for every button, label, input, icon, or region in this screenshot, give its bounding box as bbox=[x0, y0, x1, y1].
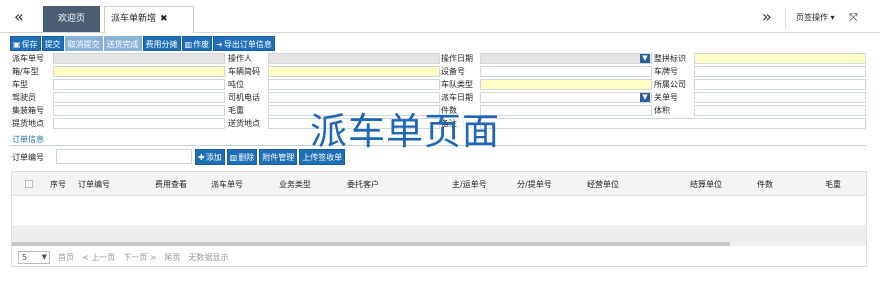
device-no-label: 设备号 bbox=[441, 67, 465, 76]
export-order-button[interactable]: ➜导出订单信息 bbox=[213, 36, 275, 51]
col-settlement-unit[interactable]: 结算单位 bbox=[690, 179, 722, 190]
grid-empty-area bbox=[12, 225, 866, 242]
driver-field[interactable] bbox=[53, 92, 225, 103]
submit-button[interactable]: 提交 bbox=[41, 36, 64, 51]
save-button[interactable]: ▣保存 bbox=[10, 36, 41, 51]
dispatch-no-field bbox=[53, 53, 225, 64]
prev-page-link[interactable]: < 上一页 bbox=[82, 252, 115, 263]
void-button[interactable]: ▥作废 bbox=[181, 36, 213, 51]
order-no-input[interactable] bbox=[56, 149, 192, 164]
pieces-field[interactable] bbox=[480, 105, 652, 116]
attachment-button[interactable]: 附件管理 bbox=[259, 149, 298, 165]
vehicle-type-field[interactable] bbox=[53, 79, 225, 90]
order-no-label: 订单编号 bbox=[12, 153, 44, 162]
plate-no-field[interactable] bbox=[268, 66, 440, 77]
add-order-button[interactable]: ✚添加 bbox=[195, 149, 225, 165]
container-no-label: 集装箱号 bbox=[12, 106, 44, 115]
next-page-link[interactable]: 下一页 > bbox=[123, 252, 156, 263]
col-house-bill[interactable]: 分/提单号 bbox=[517, 179, 552, 190]
gross-weight-label: 毛重 bbox=[228, 106, 244, 115]
col-pieces[interactable]: 件数 bbox=[757, 179, 773, 190]
tab-dispatch-label: 派车单新增 bbox=[111, 14, 157, 24]
dispatch-date-field[interactable]: ▼ bbox=[480, 92, 652, 103]
op-date-label: 操作日期 bbox=[441, 54, 473, 63]
chevron-down-icon[interactable]: ▼ bbox=[640, 54, 650, 63]
export-icon: ➜ bbox=[216, 40, 223, 49]
select-all-checkbox[interactable] bbox=[25, 180, 33, 188]
col-biz-type[interactable]: 业务类型 bbox=[279, 179, 311, 190]
tab-welcome[interactable]: 欢迎页 bbox=[43, 6, 100, 32]
col-master-bill[interactable]: 主/运单号 bbox=[452, 179, 487, 190]
col-gross-weight[interactable]: 毛重 bbox=[825, 179, 841, 190]
device-no-field[interactable] bbox=[480, 66, 652, 77]
page-ops-menu[interactable]: 页签操作 ▾ bbox=[785, 8, 845, 28]
order-section-title: 订单信息 bbox=[12, 135, 44, 144]
scrollbar-thumb[interactable] bbox=[12, 242, 730, 246]
delivery-complete-button[interactable]: 送货完成 bbox=[103, 36, 142, 51]
col-client[interactable]: 委托客户 bbox=[347, 179, 379, 190]
fleet-type-label: 车队类型 bbox=[441, 80, 473, 89]
volume-field[interactable] bbox=[694, 105, 866, 116]
chevron-down-icon[interactable]: ▼ bbox=[640, 93, 650, 102]
op-date-field[interactable]: ▼ bbox=[480, 53, 652, 64]
driver-label: 驾驶员 bbox=[12, 93, 36, 102]
seal-no-field[interactable] bbox=[694, 92, 866, 103]
operator-field bbox=[268, 53, 440, 64]
pickup-place-label: 提货地点 bbox=[12, 119, 44, 128]
delete-order-button[interactable]: ▥删除 bbox=[226, 149, 258, 165]
vehicle-type-label: 车型 bbox=[12, 80, 28, 89]
cancel-submit-button[interactable]: 取消提交 bbox=[64, 36, 103, 51]
col-order-no[interactable]: 订单编号 bbox=[78, 179, 110, 190]
volume-label: 体积 bbox=[654, 106, 670, 115]
pickup-place-field[interactable] bbox=[53, 118, 225, 129]
remark-field[interactable] bbox=[480, 118, 866, 129]
cost-split-button[interactable]: 费用分摊 bbox=[142, 36, 181, 51]
fleet-type-field[interactable] bbox=[480, 79, 652, 90]
license-no-field[interactable] bbox=[694, 66, 866, 77]
chevron-down-icon: ▼ bbox=[41, 252, 47, 261]
save-icon: ▣ bbox=[13, 40, 21, 49]
empty-data-text: 无数据显示 bbox=[188, 252, 229, 262]
collapse-sidebar-icon[interactable]: « bbox=[14, 7, 24, 26]
page-watermark: 派车单页面 bbox=[310, 110, 500, 153]
tonnage-field[interactable] bbox=[268, 79, 440, 90]
dispatch-no-label: 派车单号 bbox=[12, 54, 44, 63]
seal-no-label: 关单号 bbox=[654, 93, 678, 102]
col-seq[interactable]: 序号 bbox=[50, 179, 66, 190]
last-page-link[interactable]: 尾页 bbox=[165, 252, 181, 263]
container-no-field[interactable] bbox=[53, 105, 225, 116]
trash-icon: ▥ bbox=[184, 40, 193, 49]
company-label: 所属公司 bbox=[654, 80, 686, 89]
first-page-link[interactable]: 首页 bbox=[58, 252, 74, 263]
company-field[interactable] bbox=[694, 79, 866, 90]
fullscreen-icon[interactable]: ⤧ bbox=[849, 8, 858, 28]
plate-no-label: 车辆简码 bbox=[228, 67, 260, 76]
delivery-place-label: 送货地点 bbox=[228, 119, 260, 128]
driver-phone-label: 司机电话 bbox=[228, 93, 260, 102]
operator-label: 操作人 bbox=[228, 54, 252, 63]
plus-icon: ✚ bbox=[198, 153, 205, 162]
grid-body bbox=[12, 196, 866, 225]
horizontal-scrollbar[interactable] bbox=[12, 242, 866, 246]
col-dispatch-no[interactable]: 派车单号 bbox=[211, 179, 243, 190]
combined-flag-field[interactable] bbox=[694, 53, 866, 64]
pager: 5 ▼ 首页 < 上一页 下一页 > 尾页 无数据显示 bbox=[18, 250, 229, 264]
scroll-tabs-right-icon[interactable]: » bbox=[762, 7, 772, 26]
tonnage-label: 吨位 bbox=[228, 80, 244, 89]
box-type-field[interactable] bbox=[53, 66, 225, 77]
combined-flag-label: 整拼标识 bbox=[654, 54, 686, 63]
col-operator-unit[interactable]: 经营单位 bbox=[587, 179, 619, 190]
grid-header: 序号 订单编号 费用查看 派车单号 业务类型 委托客户 主/运单号 分/提单号 … bbox=[12, 172, 866, 196]
license-no-label: 车牌号 bbox=[654, 67, 678, 76]
main-toolbar: ▣保存 提交 取消提交 送货完成 费用分摊 ▥作废 ➜导出订单信息 bbox=[10, 36, 275, 52]
box-type-label: 箱/车型 bbox=[12, 67, 39, 76]
close-tab-icon[interactable]: ✖ bbox=[160, 14, 168, 24]
tab-bar: « 欢迎页 派车单新增 ✖ » 页签操作 ▾ ⤧ bbox=[0, 0, 880, 33]
page-size-select[interactable]: 5 ▼ bbox=[18, 250, 50, 264]
tab-dispatch-new[interactable]: 派车单新增 ✖ bbox=[104, 6, 194, 33]
col-cost-view[interactable]: 费用查看 bbox=[155, 179, 187, 190]
trash-icon: ▥ bbox=[229, 153, 238, 162]
